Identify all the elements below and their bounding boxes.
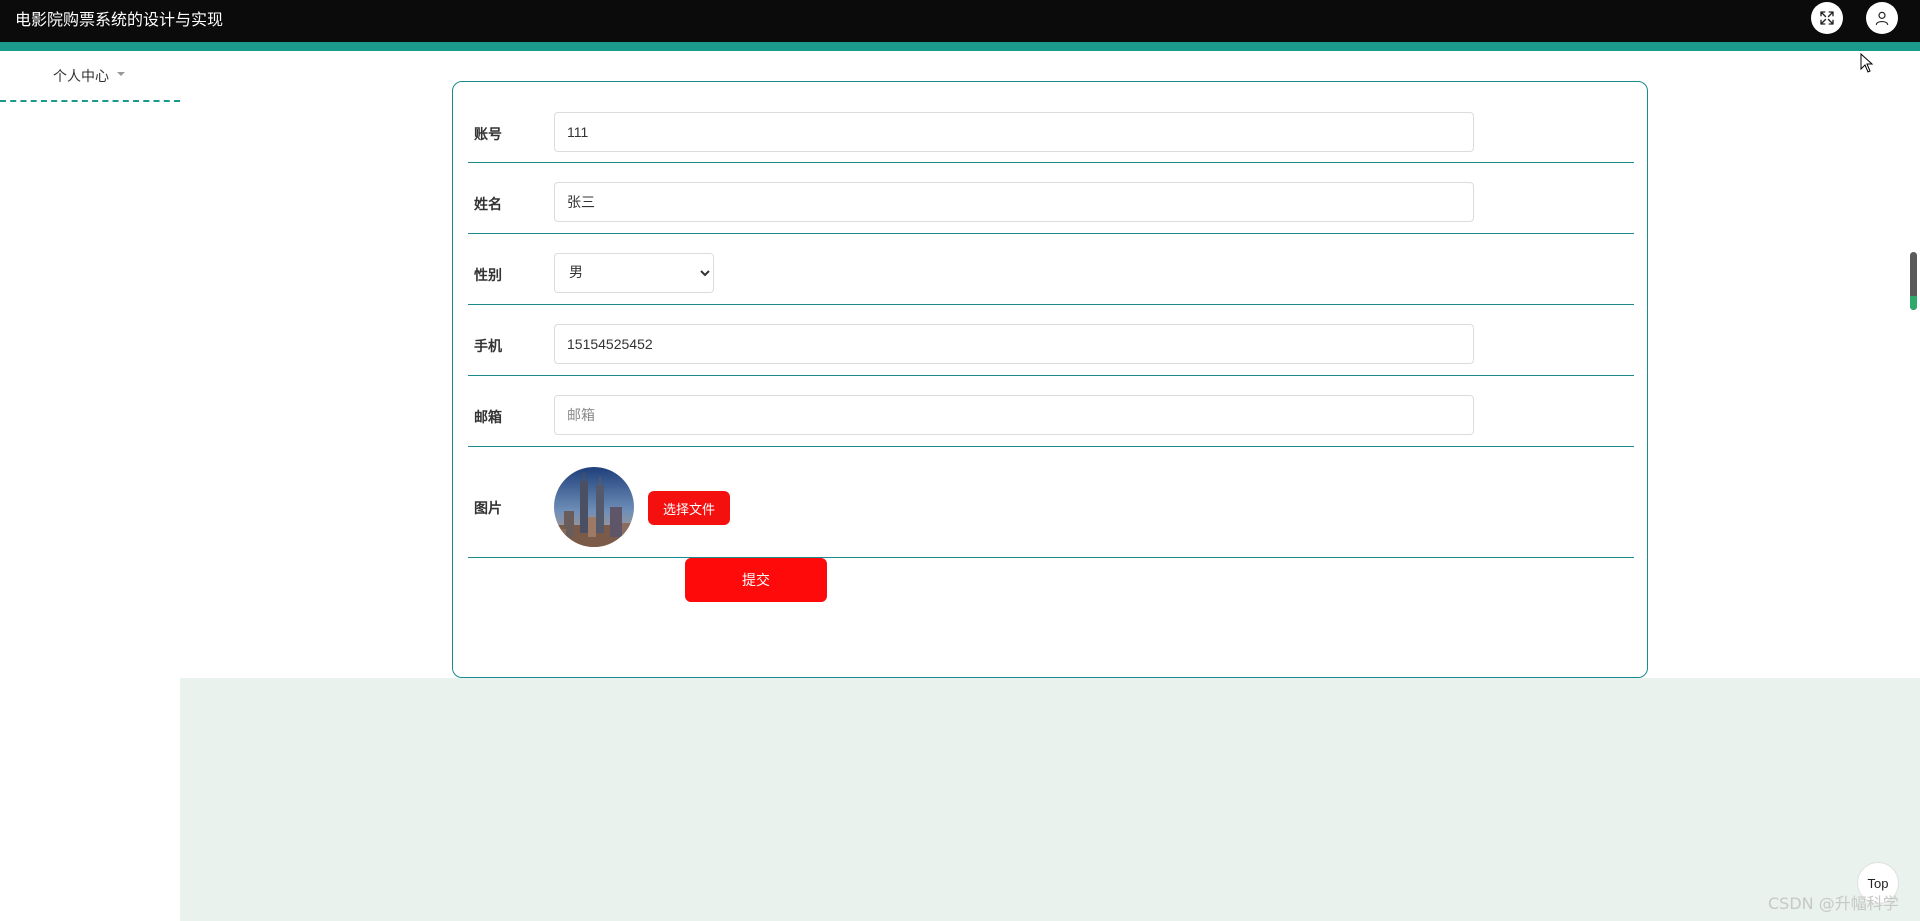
gender-row: 性别 男: [468, 234, 1634, 305]
avatar-image: [554, 467, 634, 547]
account-row: 账号: [468, 82, 1634, 163]
name-label: 姓名: [474, 197, 502, 213]
email-row: 邮箱: [468, 376, 1634, 447]
email-input[interactable]: [554, 395, 1474, 435]
mouse-cursor-icon: [1860, 53, 1874, 73]
content-background: [180, 678, 1920, 921]
sidebar-menu-label: 个人中心: [53, 69, 109, 85]
name-input[interactable]: [554, 182, 1474, 222]
app-title: 电影院购票系统的设计与实现: [15, 10, 224, 29]
user-icon: [1875, 11, 1889, 25]
watermark: CSDN @升幅科学: [1768, 894, 1899, 913]
user-button[interactable]: [1866, 2, 1898, 34]
choose-file-button[interactable]: 选择文件: [648, 491, 730, 525]
scrollbar-cap: [1910, 296, 1917, 310]
gender-label: 性别: [474, 268, 502, 284]
caret-down-icon: [117, 72, 125, 76]
phone-input[interactable]: [554, 324, 1474, 364]
gender-select[interactable]: 男: [554, 253, 714, 293]
profile-form: 账号 姓名 性别 男 手机 邮箱 图片: [452, 81, 1648, 678]
submit-button[interactable]: 提交: [685, 558, 827, 602]
top-bar: 电影院购票系统的设计与实现: [0, 0, 1920, 42]
image-label: 图片: [474, 501, 502, 517]
name-row: 姓名: [468, 163, 1634, 234]
email-label: 邮箱: [474, 410, 502, 426]
fullscreen-icon: [1820, 11, 1834, 25]
account-input[interactable]: [554, 112, 1474, 152]
phone-row: 手机: [468, 305, 1634, 376]
top-accent-stripe: [0, 42, 1920, 51]
phone-label: 手机: [474, 339, 502, 355]
image-row: 图片 选择文件: [468, 447, 1634, 558]
account-label: 账号: [474, 127, 502, 143]
fullscreen-button[interactable]: [1811, 2, 1843, 34]
sidebar-menu-personal-center[interactable]: 个人中心: [0, 60, 180, 102]
page-scrollbar[interactable]: [1910, 252, 1917, 310]
